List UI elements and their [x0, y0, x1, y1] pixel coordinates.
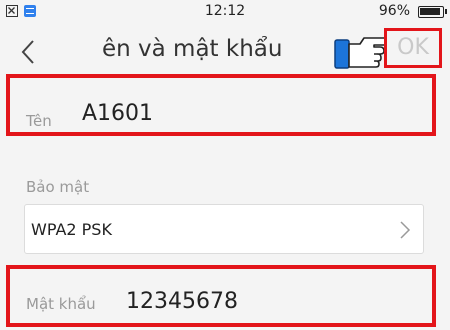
password-input[interactable]: 12345678 [126, 289, 238, 314]
name-label: Tên [26, 112, 52, 130]
status-bar: 12:12 96% [0, 0, 450, 24]
nav-bar: ên và mật khẩu OK [0, 24, 450, 80]
security-value: WPA2 PSK [31, 220, 112, 239]
ok-button[interactable]: OK [384, 28, 442, 68]
battery-percentage: 96% [378, 3, 410, 19]
security-select[interactable]: WPA2 PSK [24, 204, 424, 254]
name-input[interactable]: A1601 [82, 101, 153, 126]
security-label: Bảo mật [26, 178, 90, 196]
battery-icon [418, 6, 447, 18]
page-title: ên và mật khẩu [102, 36, 283, 62]
chevron-right-icon [399, 220, 411, 240]
password-label: Mật khẩu [26, 295, 96, 313]
name-field[interactable]: Tên A1601 [6, 74, 436, 136]
back-chevron-icon[interactable] [18, 38, 40, 66]
password-field[interactable]: Mật khẩu 12345678 [6, 265, 436, 327]
